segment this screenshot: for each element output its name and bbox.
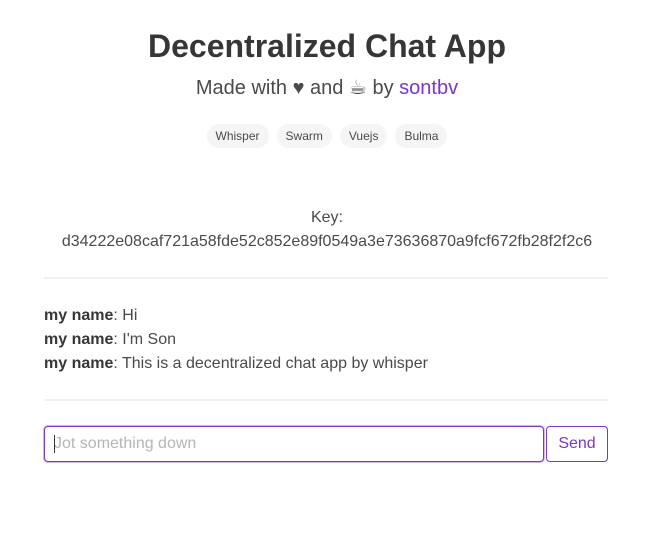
made-with-text: Made with [195,77,288,99]
tag-list: Whisper Swarm Vuejs Bulma [0,124,654,148]
coffee-icon: ☕ [348,77,367,99]
page-title: Decentralized Chat App [148,28,506,64]
by-text: by [372,77,394,99]
key-value: d34222e08caf721a58fde52c852e89f0549a3e73… [61,233,593,250]
tag-vuejs: Vuejs [339,124,388,148]
message-list: my name: Hi my name: I'm Son my name: Th… [44,304,608,376]
author-link[interactable]: sontbv [399,77,458,99]
message-text: : Hi [113,307,138,324]
message-sender: my name [44,307,114,324]
message-composer: Send [44,426,608,462]
tag-swarm: Swarm [276,124,332,148]
message-item: my name: I'm Son [44,328,608,352]
heart-icon: ♥ [292,77,305,99]
and-text: and [310,77,344,99]
send-button[interactable]: Send [546,426,608,462]
message-text: : This is a decentralized chat app by wh… [113,355,428,372]
tag-whisper: Whisper [206,124,269,148]
message-item: my name: This is a decentralized chat ap… [44,352,608,376]
message-sender: my name [44,355,114,372]
tag-bulma: Bulma [395,124,448,148]
divider [44,277,608,279]
key-section: Key: d34222e08caf721a58fde52c852e89f0549… [0,206,654,254]
subtitle: Made with ♥ and ☕ by sontbv [0,74,654,102]
message-sender: my name [44,331,114,348]
message-input[interactable] [44,426,544,462]
divider [44,399,608,401]
key-label: Key: [310,209,343,226]
message-text: : I'm Son [113,331,177,348]
message-item: my name: Hi [44,304,608,328]
text-caret [54,435,55,453]
